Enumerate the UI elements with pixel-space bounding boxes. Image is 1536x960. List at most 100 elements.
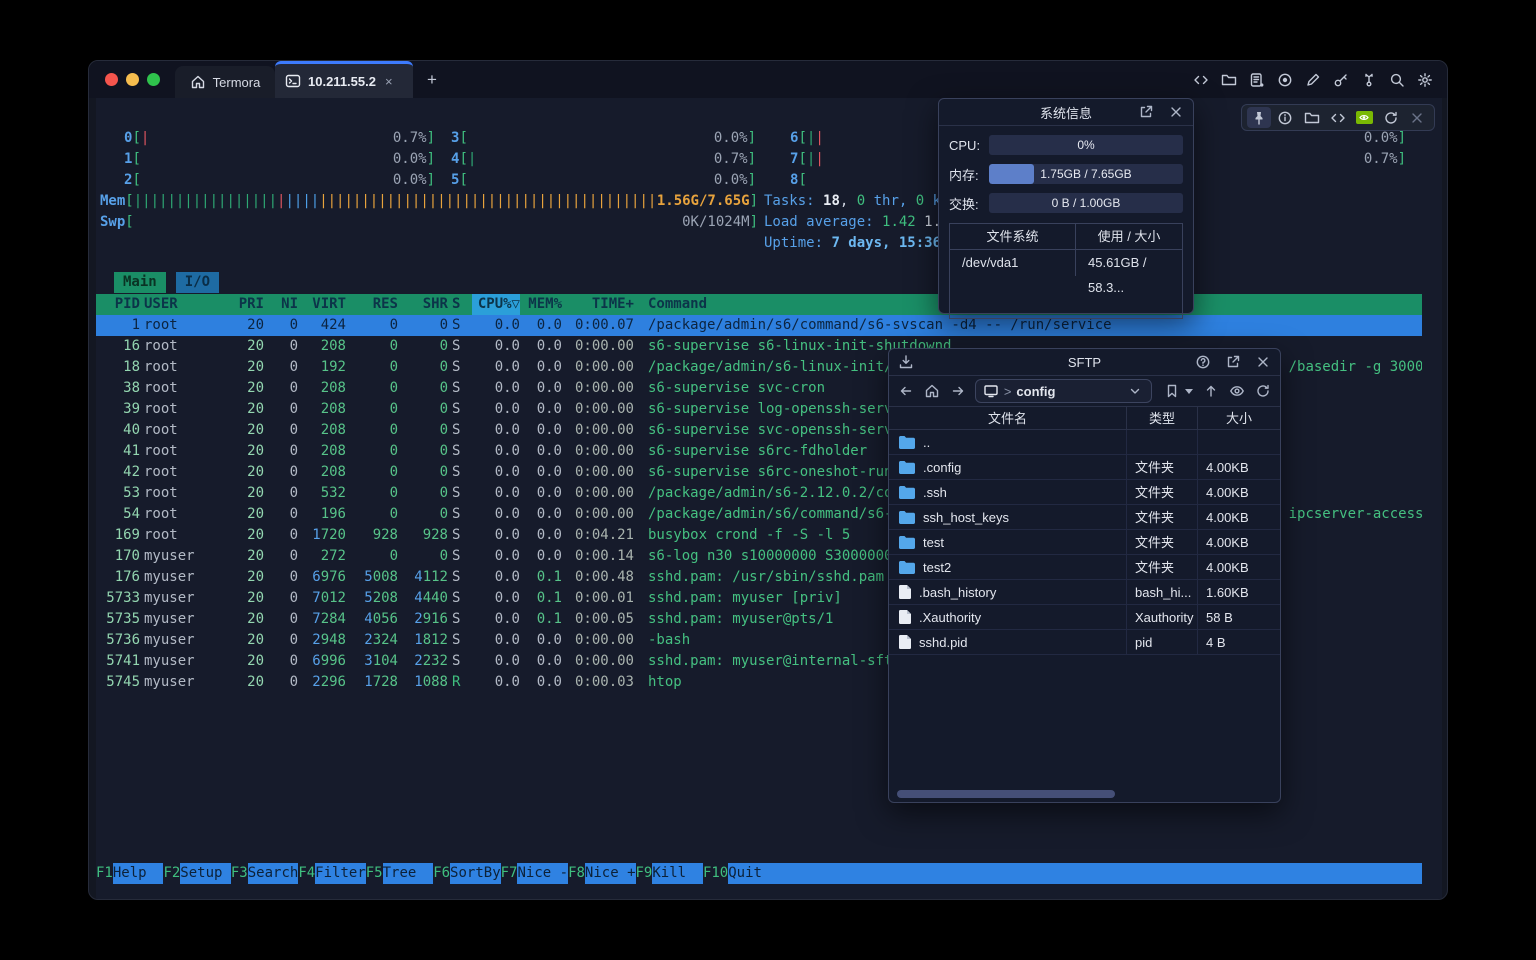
column-header-res[interactable]: RES [346,294,398,315]
file-row[interactable]: test文件夹4.00KB [889,530,1280,555]
computer-icon [983,383,999,399]
new-tab-button[interactable]: + [421,69,443,91]
fn-action-kill[interactable]: Kill [652,863,703,884]
path-breadcrumb[interactable]: > config [975,379,1152,403]
fn-action-search[interactable]: Search [248,863,299,884]
folder-icon[interactable] [1300,107,1324,128]
column-header-ni[interactable]: NI [264,294,298,315]
cpu-meter-4: 4[|0.7%] [451,149,756,170]
folder-icon[interactable] [1220,71,1237,88]
fn-action-filter[interactable]: Filter [315,863,366,884]
cpu-meter-1: 1[0.0%] [124,149,435,170]
process-row[interactable]: 1root20042400S0.00.00:00.07/package/admi… [96,315,1422,336]
edit-icon[interactable] [1304,71,1321,88]
process-table-header[interactable]: PIDUSERPRINIVIRTRESSHRSCPU%▽MEM%TIME+Com… [96,294,1422,315]
forward-icon[interactable] [949,382,967,400]
file-row[interactable]: ssh_host_keys文件夹4.00KB [889,505,1280,530]
zoom-window-button[interactable] [147,73,160,86]
app-tab-label: Termora [213,75,261,90]
search-icon[interactable] [1388,71,1405,88]
chevron-down-icon[interactable] [1126,382,1144,400]
back-icon[interactable] [897,382,915,400]
column-header-time[interactable]: TIME+ [562,294,634,315]
column-filename[interactable]: 文件名 [889,407,1127,429]
fn-action-nice--[interactable]: Nice - [517,863,568,884]
file-icon [899,610,911,624]
sysinfo-meter: CPU:0% [939,135,1193,155]
column-header-shr[interactable]: SHR [398,294,448,315]
record-icon[interactable] [1276,71,1293,88]
refresh-icon[interactable] [1254,382,1272,400]
column-header-mem[interactable]: MEM% [520,294,562,315]
fn-action-nice-+[interactable]: Nice + [585,863,636,884]
minimize-window-button[interactable] [126,73,139,86]
filesystem-table-header: 文件系统使用 / 大小 [950,224,1182,250]
column-size[interactable]: 大小 [1198,407,1280,429]
column-type[interactable]: 类型 [1127,407,1198,429]
filesystem-row[interactable]: /dev/vda145.61GB / 58.3... [950,250,1182,276]
horizontal-scrollbar[interactable] [891,789,1278,799]
cpu-meter-2: 2[0.0%] [124,170,435,191]
fn-action-help[interactable]: Help [113,863,164,884]
column-header-user[interactable]: USER [140,294,220,315]
column-header-pid[interactable]: PID [96,294,140,315]
fn-action-sortby[interactable]: SortBy [450,863,501,884]
fn-key-f3: F3 [231,863,248,884]
info-icon[interactable] [1273,107,1297,128]
open-in-window-icon[interactable] [1224,353,1242,371]
download-icon[interactable] [897,353,915,371]
scrollbar-thumb[interactable] [897,790,1115,798]
fn-key-f4: F4 [298,863,315,884]
fn-key-f10: F10 [703,863,728,884]
titlebar-icons [1192,61,1433,98]
close-window-button[interactable] [105,73,118,86]
file-row[interactable]: .config文件夹4.00KB [889,455,1280,480]
file-row[interactable]: .bash_historybash_hi...1.60KB [889,580,1280,605]
bookmark-icon[interactable] [1160,382,1184,400]
file-row[interactable]: .XauthorityXauthority58 B [889,605,1280,630]
open-in-window-icon[interactable] [1137,103,1155,121]
file-row[interactable]: test2文件夹4.00KB [889,555,1280,580]
folder-icon [899,436,915,449]
upload-icon[interactable] [1202,382,1220,400]
column-header-cpu[interactable]: CPU%▽ [472,294,520,315]
code-icon[interactable] [1326,107,1350,128]
folder-icon [899,561,915,574]
file-row[interactable]: .. [889,430,1280,455]
folder-icon [899,511,915,524]
bookmark-caret-icon[interactable] [1184,382,1194,400]
tab-close-button[interactable]: × [385,74,393,89]
pin-icon[interactable] [1247,107,1271,128]
column-header-pri[interactable]: PRI [220,294,264,315]
folder-icon [899,461,915,474]
column-header-s[interactable]: S [448,294,472,315]
close-icon[interactable] [1405,107,1429,128]
file-row[interactable]: sshd.pidpid4 B [889,630,1280,655]
fn-action-quit[interactable]: Quit [728,863,779,884]
sync-icon[interactable] [1379,107,1403,128]
keychain-icon[interactable] [1360,71,1377,88]
key-icon[interactable] [1332,71,1349,88]
nvidia-icon[interactable] [1352,107,1376,128]
app-home-tab[interactable]: Termora [175,66,275,98]
log-icon[interactable] [1248,71,1265,88]
fn-action-setup[interactable]: Setup [180,863,231,884]
session-tab[interactable]: 10.211.55.2 × [275,61,413,98]
file-table-header[interactable]: 文件名类型大小 [889,406,1280,430]
code-icon[interactable] [1192,71,1209,88]
path-segment: config [1016,384,1055,399]
column-header-virt[interactable]: VIRT [298,294,346,315]
show-hidden-icon[interactable] [1228,382,1246,400]
close-icon[interactable] [1254,353,1272,371]
close-icon[interactable] [1167,103,1185,121]
terminal-icon [285,73,301,89]
settings-icon[interactable] [1416,71,1433,88]
filesystem-table: 文件系统使用 / 大小/dev/vda145.61GB / 58.3... [949,223,1183,319]
sysinfo-meter: 内存:1.75GB / 7.65GB [939,164,1193,184]
fn-action-tree[interactable]: Tree [383,863,434,884]
file-row[interactable]: .ssh文件夹4.00KB [889,480,1280,505]
help-icon[interactable] [1194,353,1212,371]
htop-tab-main[interactable]: Main [114,272,166,293]
htop-tab-io[interactable]: I/O [176,272,219,293]
home-icon[interactable] [923,382,941,400]
